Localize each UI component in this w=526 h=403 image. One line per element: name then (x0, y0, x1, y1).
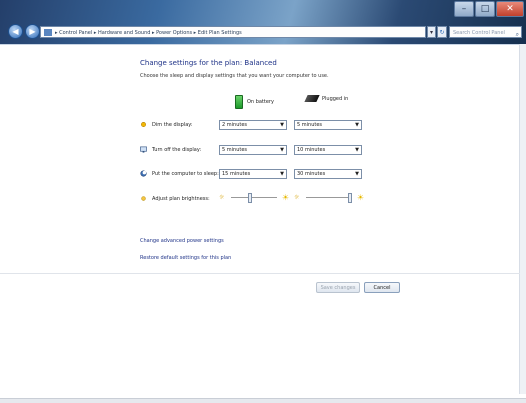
cancel-button[interactable]: Cancel (364, 282, 400, 293)
brightness-low-icon: ☼ (294, 194, 300, 201)
window-titlebar: – □ ✕ ◀ ▶ ▸ Control Panel ▸ Hardware and… (0, 0, 526, 44)
row-sleep-label: Put the computer to sleep: (152, 170, 219, 177)
save-changes-button[interactable]: Save changes (316, 282, 360, 293)
brightness-low-icon: ☼ (219, 194, 225, 201)
sleep-plugged-select[interactable]: 30 minutes ▼ (294, 169, 362, 179)
dim-display-plugged-value: 5 minutes (297, 122, 323, 128)
sleep-battery-select[interactable]: 15 minutes ▼ (219, 169, 287, 179)
row-brightness-label: Adjust plan brightness: (152, 195, 210, 202)
row-turn-off-display-label: Turn off the display: (152, 146, 202, 153)
row-sleep: Put the computer to sleep: (140, 170, 219, 177)
turn-off-display-plugged-value: 10 minutes (297, 147, 326, 153)
chevron-down-icon: ▼ (355, 122, 359, 128)
divider (0, 273, 520, 274)
column-plugged-in: Plugged in (304, 95, 349, 102)
search-placeholder: Search Control Panel (453, 30, 505, 36)
page-title: Change settings for the plan: Balanced (140, 59, 277, 67)
search-input[interactable]: Search Control Panel ⌕ (449, 26, 522, 38)
address-path: ▸ Control Panel ▸ Hardware and Sound ▸ P… (55, 30, 242, 36)
dim-display-icon (141, 122, 146, 127)
row-dim-display-label: Dim the display: (152, 121, 193, 128)
chevron-down-icon: ▼ (280, 171, 284, 177)
chevron-down-icon: ▼ (280, 147, 284, 153)
refresh-button[interactable]: ↻ (437, 26, 447, 38)
battery-icon (235, 95, 243, 109)
column-plugged-in-label: Plugged in (322, 95, 349, 102)
vertical-scrollbar[interactable] (519, 44, 526, 394)
page-subtitle: Choose the sleep and display settings th… (140, 73, 329, 79)
nav-buttons: ◀ ▶ (8, 24, 40, 39)
slider-track (306, 197, 352, 198)
control-panel-icon (44, 29, 52, 36)
sleep-plugged-value: 30 minutes (297, 171, 326, 177)
address-bar[interactable]: ▸ Control Panel ▸ Hardware and Sound ▸ P… (40, 26, 426, 38)
address-dropdown-button[interactable]: ▾ (427, 26, 436, 38)
brightness-high-icon: ☀ (281, 193, 289, 202)
turn-off-display-battery-select[interactable]: 5 minutes ▼ (219, 145, 287, 155)
dim-display-battery-value: 2 minutes (222, 122, 248, 128)
restore-defaults-link[interactable]: Restore default settings for this plan (140, 255, 231, 261)
brightness-battery-slider[interactable]: ☼ ☀ (219, 192, 289, 204)
chevron-down-icon: ▼ (355, 171, 359, 177)
advanced-settings-link[interactable]: Change advanced power settings (140, 238, 224, 244)
brightness-high-icon: ☀ (356, 193, 364, 202)
chevron-down-icon: ▼ (280, 122, 284, 128)
plug-icon (304, 95, 320, 102)
row-turn-off-display: Turn off the display: (140, 146, 201, 153)
turn-off-display-plugged-select[interactable]: 10 minutes ▼ (294, 145, 362, 155)
column-on-battery-label: On battery (247, 99, 274, 105)
maximize-button[interactable]: □ (475, 1, 495, 17)
slider-thumb[interactable] (247, 193, 252, 203)
turn-off-display-battery-value: 5 minutes (222, 147, 248, 153)
close-button[interactable]: ✕ (496, 1, 524, 17)
slider-thumb[interactable] (348, 193, 352, 203)
brightness-plugged-slider[interactable]: ☼ ☀ (294, 192, 364, 204)
dim-display-battery-select[interactable]: 2 minutes ▼ (219, 120, 287, 130)
dim-display-plugged-select[interactable]: 5 minutes ▼ (294, 120, 362, 130)
window-controls: – □ ✕ (454, 1, 524, 17)
window-bottom-edge (0, 398, 526, 403)
row-brightness: Adjust plan brightness: (140, 195, 210, 202)
forward-button[interactable]: ▶ (25, 24, 40, 39)
minimize-button[interactable]: – (454, 1, 474, 17)
row-dim-display: Dim the display: (140, 121, 193, 128)
chevron-down-icon: ▼ (355, 147, 359, 153)
sleep-icon (140, 170, 147, 177)
slider-track (231, 197, 277, 198)
search-icon[interactable]: ⌕ (516, 29, 519, 41)
back-button[interactable]: ◀ (8, 24, 23, 39)
sleep-battery-value: 15 minutes (222, 171, 251, 177)
brightness-icon (141, 196, 146, 201)
column-on-battery: On battery (235, 95, 274, 109)
monitor-icon (140, 146, 147, 153)
